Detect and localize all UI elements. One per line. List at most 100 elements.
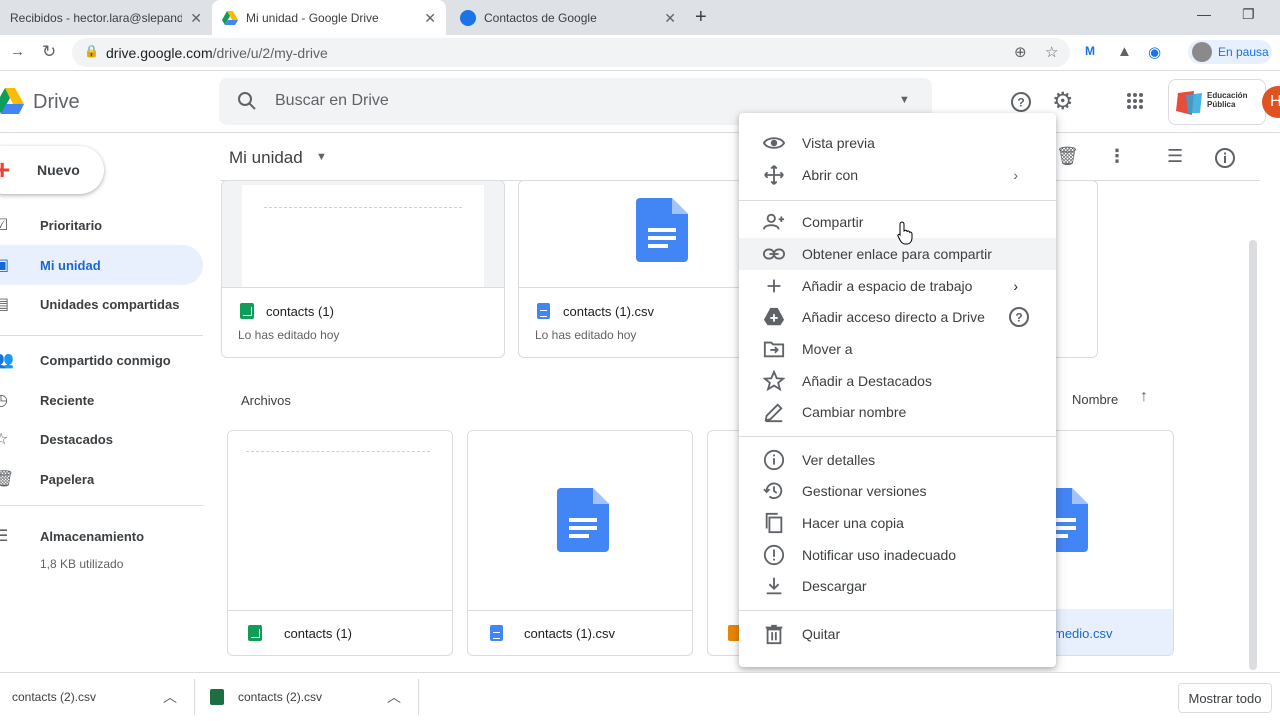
my-drive-icon: ▣ xyxy=(0,257,10,274)
tab-drive[interactable]: Mi unidad - Google Drive ✕ xyxy=(212,0,446,35)
selected-file-footer: medio.csv xyxy=(1054,609,1173,655)
address-bar[interactable]: 🔒 drive.google.com/drive/u/2/my-drive ⊕ … xyxy=(72,38,1070,67)
file-edited-text: Lo has editado hoy xyxy=(238,328,340,342)
sidebar-item-shared-drives[interactable]: ▤ Unidades compartidas xyxy=(0,284,203,324)
sidebar-item-label: Reciente xyxy=(40,392,95,408)
downloads-bar: contacts (2).csv ︿ contacts (2).csv ︿ Mo… xyxy=(0,672,1280,720)
menu-item-rename[interactable]: Cambiar nombre xyxy=(739,396,1056,428)
new-button[interactable]: + Nuevo xyxy=(0,146,104,194)
file-name: contacts (1) xyxy=(284,626,352,641)
docs-icon xyxy=(490,625,503,641)
close-tab-icon[interactable]: ✕ xyxy=(424,10,436,27)
show-all-downloads-button[interactable]: Mostrar todo xyxy=(1178,683,1272,713)
close-tab-icon[interactable]: ✕ xyxy=(190,10,202,27)
scrollbar[interactable] xyxy=(1249,240,1257,670)
menu-item-manage-versions[interactable]: Gestionar versiones xyxy=(739,475,1056,507)
profile-avatar xyxy=(1192,42,1212,62)
quick-access-card[interactable]: contacts (1).csv Lo has editado hoy xyxy=(518,180,748,358)
edu-logo-text: Educación Pública xyxy=(1207,91,1248,109)
forward-icon[interactable]: → xyxy=(10,43,25,60)
list-view-icon[interactable]: ☰ xyxy=(1167,146,1183,167)
menu-item-add-starred[interactable]: Añadir a Destacados xyxy=(739,365,1056,397)
trash-icon[interactable]: 🗑 xyxy=(1056,146,1079,167)
apps-grid-icon[interactable] xyxy=(1126,92,1144,110)
tab-title: Recibidos - hector.lara@slepand... xyxy=(10,10,182,25)
menu-item-open-with[interactable]: Abrir con › xyxy=(739,159,1056,191)
install-icon[interactable]: ⊕ xyxy=(1014,43,1027,61)
menu-item-add-shortcut[interactable]: Añadir acceso directo a Drive ? xyxy=(739,301,1056,333)
info-icon xyxy=(763,449,785,471)
sidebar-item-mi-unidad[interactable]: ▣ Mi unidad xyxy=(0,245,203,285)
file-card[interactable]: contacts (1) xyxy=(227,430,453,656)
menu-item-remove[interactable]: Quitar xyxy=(739,618,1056,650)
menu-item-label: Abrir con xyxy=(802,167,859,183)
extension-icon[interactable]: M xyxy=(1085,44,1095,58)
sidebar-item-recent[interactable]: ◷ Reciente xyxy=(0,380,203,420)
menu-item-label: Ver detalles xyxy=(802,452,876,468)
chevron-up-icon[interactable]: ︿ xyxy=(163,687,177,707)
download-item[interactable]: contacts (2).csv xyxy=(210,673,322,721)
profile-status: En pausa xyxy=(1218,45,1269,59)
quick-access-card[interactable]: contacts (1) Lo has editado hoy xyxy=(221,180,505,358)
menu-item-report-abuse[interactable]: Notificar uso inadecuado xyxy=(739,539,1056,571)
sort-ascending-icon[interactable]: ↑ xyxy=(1140,388,1148,406)
settings-gear-icon[interactable]: ⚙ xyxy=(1052,87,1074,116)
search-options-icon[interactable]: ▼ xyxy=(899,94,910,106)
sidebar-item-prioritario[interactable]: ☑ Prioritario xyxy=(0,205,203,245)
search-input[interactable] xyxy=(275,92,875,110)
tab-gmail[interactable]: Recibidos - hector.lara@slepand... ✕ xyxy=(0,0,212,35)
close-tab-icon[interactable]: ✕ xyxy=(664,10,676,27)
menu-item-make-copy[interactable]: Hacer una copia xyxy=(739,507,1056,539)
help-icon[interactable]: ? xyxy=(1010,91,1032,113)
download-divider xyxy=(418,679,419,715)
breadcrumb-dropdown-icon[interactable]: ▼ xyxy=(316,151,327,163)
restore-icon[interactable]: ❐ xyxy=(1242,6,1255,23)
sidebar-item-trash[interactable]: 🗑 Papelera xyxy=(0,459,203,499)
menu-item-download[interactable]: Descargar xyxy=(739,570,1056,602)
hand-cursor-icon xyxy=(897,221,913,245)
files-section-heading: Archivos xyxy=(241,393,291,408)
app-name[interactable]: Drive xyxy=(33,91,80,114)
download-item[interactable]: contacts (2).csv xyxy=(12,673,96,721)
sidebar-item-shared-with-me[interactable]: 👥 Compartido conmigo xyxy=(0,340,203,380)
extension-icon[interactable]: ◉ xyxy=(1148,43,1161,61)
sidebar-item-starred[interactable]: ☆ Destacados xyxy=(0,419,203,459)
menu-item-preview[interactable]: Vista previa xyxy=(739,127,1056,159)
reload-icon[interactable]: ↻ xyxy=(42,42,56,62)
people-icon: 👥 xyxy=(0,352,14,369)
info-icon[interactable] xyxy=(1214,147,1236,169)
plus-icon: + xyxy=(0,154,11,185)
thumbnail-line xyxy=(264,207,462,208)
sidebar-item-storage[interactable]: ☰ Almacenamiento xyxy=(0,516,203,556)
chevron-up-icon[interactable]: ︿ xyxy=(387,687,401,707)
url-path: /drive/u/2/my-drive xyxy=(212,45,328,61)
menu-item-view-details[interactable]: Ver detalles xyxy=(739,444,1056,476)
new-tab-icon[interactable]: + xyxy=(695,6,707,29)
organization-logo[interactable]: Educación Pública xyxy=(1168,79,1266,125)
sidebar-divider xyxy=(0,505,203,506)
file-card[interactable]: contacts (1).csv xyxy=(467,430,693,656)
tab-title: Mi unidad - Google Drive xyxy=(246,10,379,25)
shared-drives-icon: ▤ xyxy=(0,296,10,313)
minimize-icon[interactable]: — xyxy=(1197,6,1211,22)
sidebar-item-label: Almacenamiento xyxy=(40,528,145,544)
check-circle-icon: ☑ xyxy=(0,217,9,234)
more-options-icon[interactable]: ⋮ xyxy=(1108,146,1126,167)
breadcrumb[interactable]: Mi unidad xyxy=(229,148,303,168)
tab-contacts[interactable]: Contactos de Google ✕ xyxy=(450,0,686,35)
search-icon[interactable] xyxy=(237,91,257,111)
menu-item-move-to[interactable]: Mover a xyxy=(739,333,1056,365)
drive-extension-icon[interactable]: ▲ xyxy=(1117,43,1132,60)
drive-logo-icon[interactable] xyxy=(0,86,24,116)
download-file-name: contacts (2).csv xyxy=(238,690,323,704)
profile-button[interactable]: En pausa xyxy=(1188,40,1272,64)
sort-by-name[interactable]: Nombre xyxy=(1072,392,1118,407)
help-icon[interactable]: ? xyxy=(1008,306,1030,328)
file-card-selected[interactable]: medio.csv xyxy=(1054,430,1174,656)
menu-item-add-to-workspace[interactable]: Añadir a espacio de trabajo › xyxy=(739,270,1056,302)
tab-title: Contactos de Google xyxy=(484,10,597,25)
bookmark-star-icon[interactable]: ☆ xyxy=(1045,43,1058,61)
menu-divider xyxy=(739,436,1056,437)
file-thumbnail xyxy=(222,181,504,288)
storage-used-text: 1,8 KB utilizado xyxy=(40,557,124,571)
